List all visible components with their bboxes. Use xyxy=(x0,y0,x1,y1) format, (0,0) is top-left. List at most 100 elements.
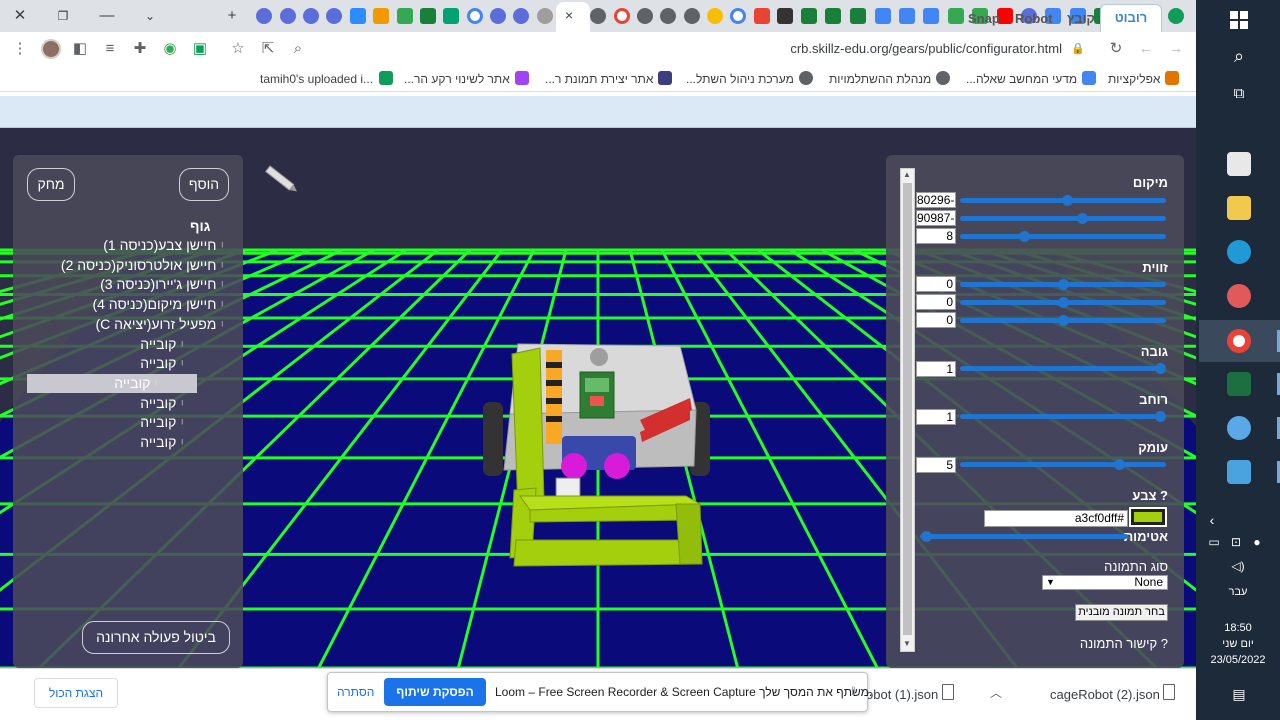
scroll-up-icon[interactable]: ▲ xyxy=(903,170,911,179)
tab-favicon-globe[interactable] xyxy=(590,8,606,24)
slider-knob[interactable] xyxy=(1058,297,1069,308)
slider-knob[interactable] xyxy=(1154,411,1166,422)
close-tab-icon[interactable]: × xyxy=(565,7,573,23)
tab-snap[interactable]: Snap xyxy=(968,11,1000,26)
tree-item[interactable]: ˡ מפעיל זרוע(יציאה C) xyxy=(13,315,243,334)
position-y-slider[interactable] xyxy=(960,213,1166,224)
store-icon[interactable] xyxy=(1227,152,1251,176)
tab-favicon-globe[interactable] xyxy=(660,8,676,24)
tree-item[interactable]: ˡ חיישן ג'יירו(כניסה 3) xyxy=(13,275,243,294)
clock-day[interactable]: יום שני xyxy=(1196,638,1280,650)
download-item[interactable]: cageRobot (2).json xyxy=(1050,687,1160,702)
pencil-icon[interactable] xyxy=(264,165,299,194)
restore-window-icon[interactable]: ❐ xyxy=(51,4,75,28)
scroll-down-icon[interactable]: ▼ xyxy=(903,639,911,648)
search-icon[interactable]: ⌕ xyxy=(1227,44,1251,68)
tab-favicon-blogger[interactable] xyxy=(373,8,389,24)
width-input[interactable]: 1 xyxy=(916,409,956,425)
input-language[interactable]: עבר xyxy=(1196,586,1280,598)
tab-favicon-docs[interactable] xyxy=(875,8,891,24)
tab-favicon-google[interactable] xyxy=(467,8,483,24)
tree-item[interactable]: ˡ קובייה xyxy=(0,394,223,413)
chevron-up-icon[interactable]: ︿ xyxy=(990,684,1002,701)
menu-dots-icon[interactable]: ⋮ xyxy=(11,40,29,58)
tab-favicon-classroom[interactable] xyxy=(1168,8,1184,24)
notifications-icon[interactable]: ▤ xyxy=(1227,682,1251,706)
angle-x-slider[interactable] xyxy=(960,279,1166,290)
bookmark-star-icon[interactable]: ☆ xyxy=(229,40,247,58)
position-x-input[interactable]: 80296- xyxy=(916,192,956,208)
tab-favicon-play[interactable] xyxy=(443,8,459,24)
color-swatch[interactable] xyxy=(1129,507,1167,527)
tab-favicon-fingerprint[interactable] xyxy=(537,8,553,24)
height-input[interactable]: 1 xyxy=(916,361,956,377)
position-x-slider[interactable] xyxy=(960,195,1166,206)
clock-time[interactable]: 18:50 xyxy=(1196,622,1280,634)
reload-icon[interactable]: ↻ xyxy=(1107,40,1125,58)
minimize-window-icon[interactable]: — xyxy=(95,4,119,28)
angle-y-input[interactable]: 0 xyxy=(916,294,956,310)
profile-avatar[interactable] xyxy=(41,39,61,59)
depth-input[interactable]: 5 xyxy=(916,457,956,473)
volume-icon[interactable]: ◁) xyxy=(1226,554,1250,578)
bookmark-cs-question[interactable]: מדעי המחשב שאלה... xyxy=(966,71,1097,87)
bookmark-image-creator[interactable]: אתר יצירת תמונת ר... xyxy=(545,71,673,87)
close-window-icon[interactable]: ✕ xyxy=(8,4,32,28)
microphone-icon[interactable]: ● xyxy=(1245,530,1269,554)
tree-item[interactable]: ˡ קובייה xyxy=(0,433,223,452)
tab-favicon-google[interactable] xyxy=(614,8,630,24)
bookmark-uploads[interactable]: tamih0's uploaded i... xyxy=(260,71,394,87)
tab-favicon-docs[interactable] xyxy=(899,8,915,24)
share-icon[interactable]: ⇱ xyxy=(259,40,277,58)
tree-item[interactable]: ˡ חיישן צבע(כניסה 1) xyxy=(13,236,243,255)
choose-builtin-image-button[interactable]: בחר תמונה מובנית xyxy=(1075,604,1168,621)
tree-root[interactable]: גוף xyxy=(190,218,210,234)
properties-scrollbar[interactable]: ▲ ▼ xyxy=(900,168,915,652)
width-slider[interactable] xyxy=(960,411,1166,422)
drag-handle-icon[interactable]: ‖ xyxy=(851,684,856,698)
tree-item[interactable]: ˡ קובייה xyxy=(0,335,223,354)
extensions-icon[interactable]: ✚ xyxy=(131,40,149,58)
bookmark-bg-changer[interactable]: אתר לשינוי רקע הר... xyxy=(404,71,529,87)
undo-button[interactable]: ביטול פעולה אחרונה xyxy=(82,621,230,654)
scroll-thumb[interactable] xyxy=(903,183,912,635)
active-tab[interactable]: × xyxy=(556,2,590,32)
new-tab-button[interactable]: + xyxy=(220,4,244,28)
tree-item[interactable]: ˡ קובייה xyxy=(0,354,223,373)
slider-knob[interactable] xyxy=(1058,279,1069,290)
tab-favicon-sheets[interactable] xyxy=(801,8,817,24)
file-explorer-icon[interactable] xyxy=(1227,196,1251,220)
edge-icon[interactable] xyxy=(1227,240,1251,264)
tree-item[interactable]: ˡ חיישן אולטרסוניק(כניסה 2) xyxy=(13,256,243,275)
forward-icon[interactable]: → xyxy=(1167,40,1185,58)
tab-favicon-docs[interactable] xyxy=(923,8,939,24)
color-label[interactable]: צבע ? xyxy=(1110,488,1168,503)
tab-favicon-chrome[interactable] xyxy=(707,8,723,24)
tab-favicon-gear[interactable] xyxy=(513,8,529,24)
lock-icon[interactable]: 🔒 xyxy=(1069,40,1087,58)
tree-item[interactable]: ˡ קובייה xyxy=(27,373,197,393)
paint-app-icon[interactable] xyxy=(1227,416,1251,440)
tab-favicon-drive[interactable] xyxy=(397,8,413,24)
image-type-select[interactable]: ▼ None xyxy=(1042,575,1168,590)
zoom-icon[interactable]: ⌕ xyxy=(289,40,307,58)
slider-knob[interactable] xyxy=(1113,459,1125,470)
android-extension-icon[interactable]: ◉ xyxy=(161,40,179,58)
tab-robot-he[interactable]: רובוט xyxy=(1100,4,1162,32)
tab-favicon-sheets[interactable] xyxy=(850,8,866,24)
delete-button[interactable]: מחק xyxy=(27,168,75,201)
angle-z-input[interactable]: 0 xyxy=(916,312,956,328)
task-view-icon[interactable]: ⧉ xyxy=(1227,82,1251,106)
tab-favicon-gear[interactable] xyxy=(280,8,296,24)
tab-favicon-globe[interactable] xyxy=(684,8,700,24)
tab-favicon-gmail[interactable] xyxy=(754,8,770,24)
tree-item[interactable]: ˡ קובייה xyxy=(0,413,223,432)
hide-button[interactable]: הסתרה xyxy=(337,685,374,699)
tab-favicon-drive[interactable] xyxy=(948,8,964,24)
paint-icon[interactable] xyxy=(1227,284,1251,308)
color-hex-input[interactable]: a3cf0dff# xyxy=(984,510,1128,527)
bookmark-training-system[interactable]: מערכת ניהול השתל... xyxy=(686,71,813,87)
tab-favicon-sheets[interactable] xyxy=(420,8,436,24)
battery-icon[interactable]: ▭ xyxy=(1202,530,1226,554)
back-icon[interactable]: ← xyxy=(1137,40,1155,58)
